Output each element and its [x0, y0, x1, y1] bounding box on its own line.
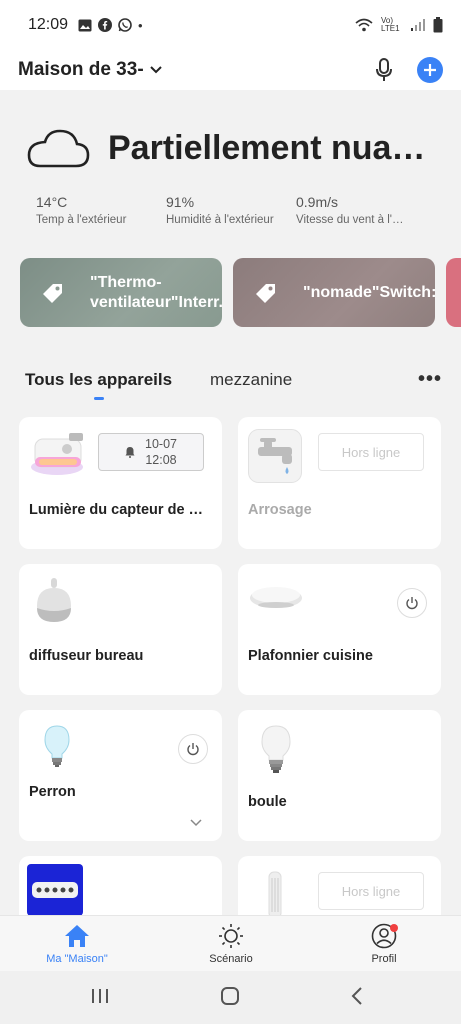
scene-card[interactable]: "Thermo-ventilateur"Interr... — [20, 258, 222, 327]
stat-wind: 0.9m/s Vitesse du vent à l'extérieur — [296, 194, 426, 226]
power-button[interactable] — [178, 734, 208, 764]
nav-profile[interactable]: Profil — [334, 922, 434, 965]
light-bulb-icon — [261, 725, 291, 773]
stat-value: 14°C — [36, 194, 68, 210]
tag-icon — [256, 283, 275, 303]
clock: 12:09 — [28, 16, 69, 33]
nav-label: Profil — [371, 953, 397, 965]
device-card[interactable]: diffuseur bureau — [19, 564, 222, 695]
motion-sensor-light-icon — [31, 433, 83, 475]
stat-label: Humidité à l'extérieur — [166, 214, 274, 226]
ceiling-light-icon — [250, 587, 302, 608]
power-strip-icon — [27, 864, 83, 916]
stat-temperature: 14°C Temp à l'extérieur — [36, 194, 166, 226]
signal-icon — [411, 19, 425, 31]
home-button-icon[interactable] — [219, 985, 241, 1007]
light-bulb-icon — [44, 725, 70, 767]
power-icon — [187, 743, 199, 756]
scene-label: "nomade"Switch:ON... — [303, 283, 435, 301]
nav-label: Ma "Maison" — [46, 953, 108, 965]
wifi-icon — [355, 18, 373, 32]
home-selector[interactable]: Maison de 33- — [18, 59, 162, 81]
power-icon — [406, 597, 418, 610]
notification-dot: • — [138, 17, 143, 33]
device-name: Perron — [29, 784, 76, 800]
stat-value: 0.9m/s — [296, 194, 339, 210]
device-name: diffuseur bureau — [29, 648, 144, 664]
stat-label: Vitesse du vent à l'extérieur — [296, 214, 404, 226]
stat-value: 91% — [166, 194, 195, 210]
device-card[interactable]: 10-07 12:08 Lumière du capteur de mouvem… — [19, 417, 222, 549]
tab-all-devices[interactable]: Tous les appareils — [25, 370, 172, 390]
bottom-nav: Ma "Maison" Scénario Profil — [0, 915, 461, 971]
device-card[interactable]: Plafonnier cuisine — [238, 564, 441, 695]
diffuser-icon — [37, 578, 71, 622]
device-card[interactable]: Hors ligne Arrosage — [238, 417, 441, 549]
cloud-icon — [27, 129, 90, 168]
scene-label: "Thermo-ventilateur"Interr... — [90, 273, 222, 311]
weather-panel[interactable]: Partiellement nuageux 14°C Temp à l'exté… — [0, 90, 461, 250]
gallery-icon — [78, 19, 92, 31]
device-name: boule — [248, 794, 287, 810]
sun-icon — [219, 924, 243, 948]
bell-icon — [125, 447, 135, 458]
room-tabs: Tous les appareils mezzanine ••• — [0, 360, 461, 400]
offline-badge: Hors ligne — [318, 433, 424, 471]
water-faucet-icon — [248, 429, 302, 483]
device-name: Plafonnier cuisine — [248, 648, 373, 664]
nav-label: Scénario — [209, 953, 253, 965]
tag-icon — [43, 283, 62, 303]
app-header: Maison de 33- — [0, 50, 461, 90]
system-navigation-bar — [0, 971, 461, 1024]
tab-indicator — [94, 397, 104, 400]
nav-home[interactable]: Ma "Maison" — [27, 922, 127, 965]
back-icon[interactable] — [349, 985, 365, 1007]
scene-card-partial[interactable] — [446, 258, 461, 327]
plus-icon — [424, 64, 436, 76]
chevron-down-icon[interactable] — [190, 819, 202, 827]
home-title: Maison de 33- — [18, 59, 144, 80]
stat-label: Temp à l'extérieur — [36, 214, 127, 226]
status-bar: 12:09 • Vo) LTE1 — [0, 0, 461, 50]
more-options-button[interactable]: ••• — [418, 368, 442, 391]
timer-date: 10-07 — [145, 437, 177, 451]
notification-badge — [390, 924, 398, 932]
whatsapp-icon — [118, 18, 132, 32]
weather-condition: Partiellement nuageux — [108, 128, 443, 167]
device-card[interactable]: boule — [238, 710, 441, 841]
scene-card[interactable]: "nomade"Switch:ON... — [233, 258, 435, 327]
nav-scenario[interactable]: Scénario — [181, 922, 281, 965]
microphone-icon[interactable] — [375, 58, 393, 82]
add-device-button[interactable] — [417, 57, 443, 83]
tab-mezzanine[interactable]: mezzanine — [210, 370, 292, 390]
device-name: Arrosage — [248, 502, 312, 518]
battery-icon — [433, 17, 443, 33]
device-name: Lumière du capteur de mouvement — [29, 502, 214, 518]
home-icon — [65, 925, 89, 947]
scene-shortcuts: "Thermo-ventilateur"Interr... "nomade"Sw… — [0, 258, 461, 328]
chevron-down-icon — [149, 66, 162, 74]
power-button[interactable] — [397, 588, 427, 618]
offline-badge: Hors ligne — [318, 872, 424, 910]
network-label: Vo) LTE1 — [381, 16, 400, 33]
timer-time: 12:08 — [145, 453, 177, 467]
timer-badge: 10-07 12:08 — [98, 433, 204, 471]
stat-humidity: 91% Humidité à l'extérieur — [166, 194, 296, 226]
facebook-icon — [98, 18, 113, 32]
device-card[interactable]: Perron — [19, 710, 222, 841]
recent-apps-icon[interactable] — [90, 985, 110, 1007]
